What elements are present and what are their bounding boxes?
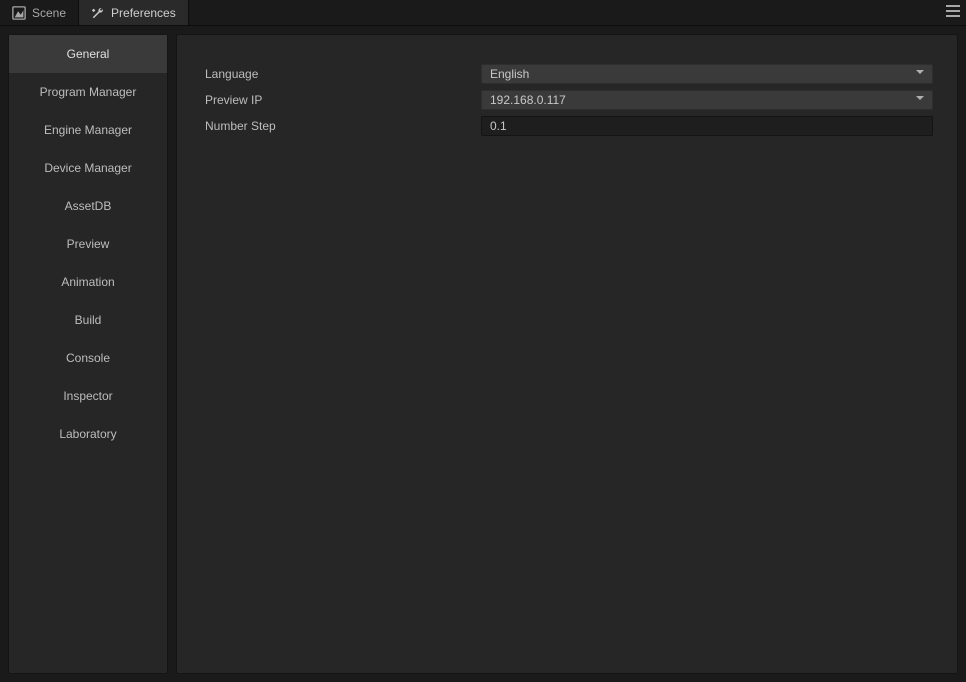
row-preview-ip: Preview IP 192.168.0.117 — [201, 89, 933, 111]
language-select[interactable]: English — [481, 64, 933, 84]
number-step-input[interactable] — [481, 116, 933, 136]
sidebar-item-label: Animation — [61, 275, 114, 289]
sidebar-item-console[interactable]: Console — [9, 339, 167, 377]
sidebar-item-preview[interactable]: Preview — [9, 225, 167, 263]
sidebar-item-label: Preview — [67, 237, 110, 251]
sidebar-item-label: Program Manager — [40, 85, 137, 99]
tab-scene-label: Scene — [32, 6, 66, 20]
wrench-icon — [91, 6, 105, 20]
sidebar-item-label: General — [67, 47, 110, 61]
preferences-content: Language English Preview IP 192.168.0.11… — [176, 34, 958, 674]
tab-preferences-label: Preferences — [111, 6, 176, 20]
sidebar-item-device-manager[interactable]: Device Manager — [9, 149, 167, 187]
sidebar-item-build[interactable]: Build — [9, 301, 167, 339]
sidebar-item-label: Console — [66, 351, 110, 365]
preview-ip-select[interactable]: 192.168.0.117 — [481, 90, 933, 110]
sidebar-item-label: Engine Manager — [44, 123, 132, 137]
row-language: Language English — [201, 63, 933, 85]
label-number-step: Number Step — [201, 119, 481, 133]
tab-preferences[interactable]: Preferences — [79, 0, 189, 25]
sidebar-item-label: AssetDB — [65, 199, 112, 213]
sidebar-item-label: Inspector — [63, 389, 112, 403]
tab-scene[interactable]: Scene — [0, 0, 79, 25]
row-number-step: Number Step — [201, 115, 933, 137]
sidebar-item-program-manager[interactable]: Program Manager — [9, 73, 167, 111]
chevron-down-icon — [914, 91, 926, 109]
scene-icon — [12, 6, 26, 20]
sidebar-item-general[interactable]: General — [9, 35, 167, 73]
tab-bar: Scene Preferences — [0, 0, 966, 26]
preferences-sidebar: General Program Manager Engine Manager D… — [8, 34, 168, 674]
sidebar-item-label: Build — [75, 313, 102, 327]
sidebar-item-label: Laboratory — [59, 427, 116, 441]
preferences-window: Scene Preferences General Program Manage… — [0, 0, 966, 682]
sidebar-item-assetdb[interactable]: AssetDB — [9, 187, 167, 225]
sidebar-item-inspector[interactable]: Inspector — [9, 377, 167, 415]
hamburger-icon — [946, 5, 960, 20]
language-select-value: English — [490, 65, 529, 83]
label-preview-ip: Preview IP — [201, 93, 481, 107]
label-language: Language — [201, 67, 481, 81]
panel-body: General Program Manager Engine Manager D… — [0, 26, 966, 682]
panel-menu-button[interactable] — [940, 0, 966, 26]
chevron-down-icon — [914, 65, 926, 83]
preview-ip-select-value: 192.168.0.117 — [490, 91, 566, 109]
sidebar-item-laboratory[interactable]: Laboratory — [9, 415, 167, 453]
sidebar-item-label: Device Manager — [44, 161, 131, 175]
sidebar-item-engine-manager[interactable]: Engine Manager — [9, 111, 167, 149]
sidebar-item-animation[interactable]: Animation — [9, 263, 167, 301]
